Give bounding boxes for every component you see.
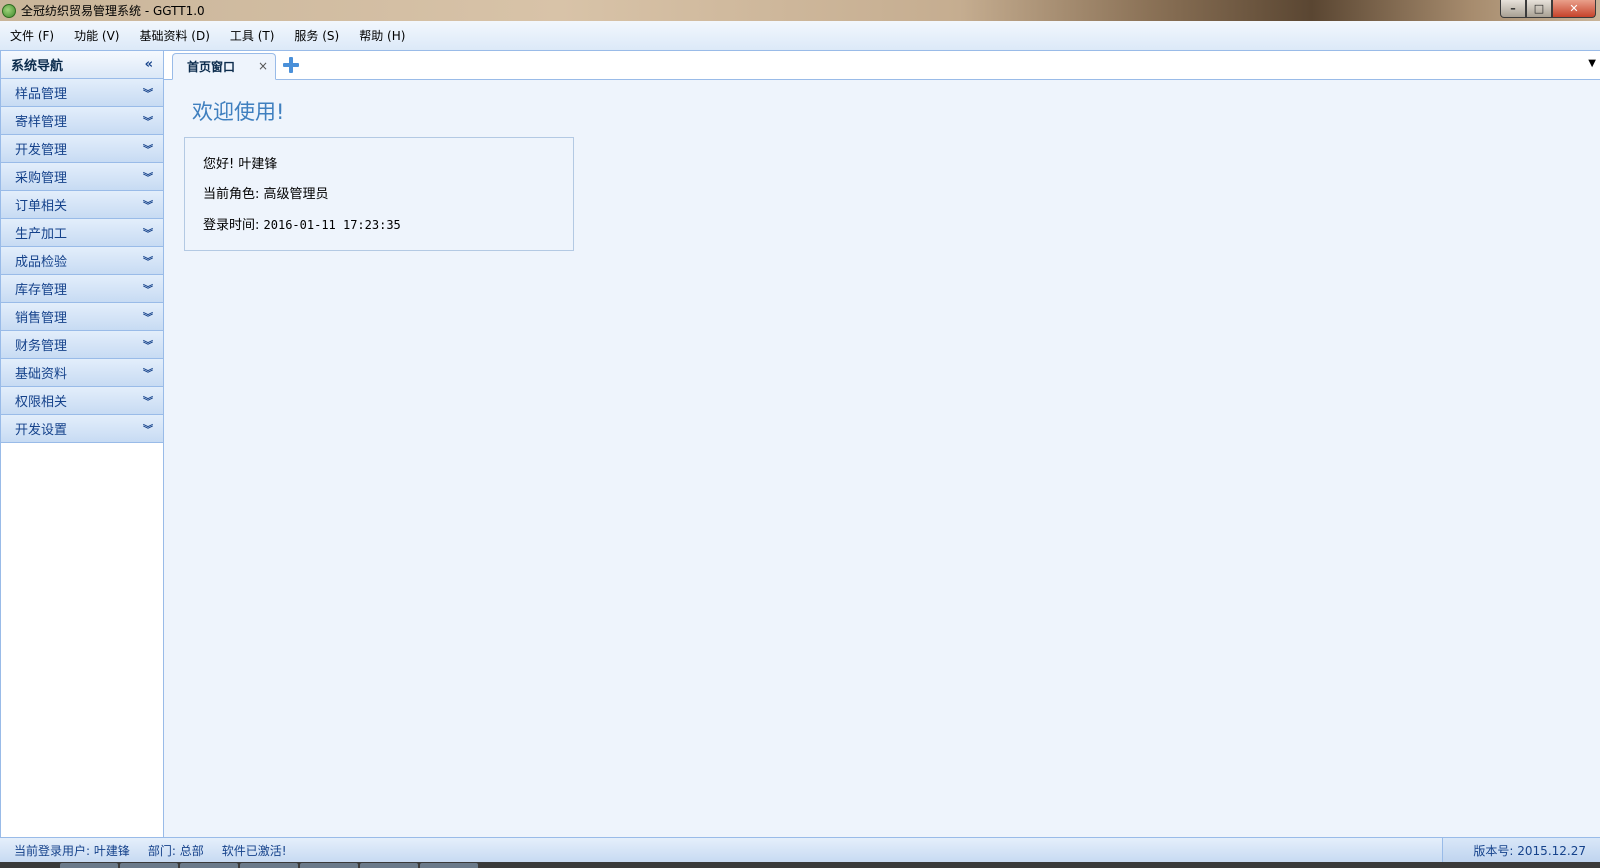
sidebar-item-sales[interactable]: 销售管理 ︾	[1, 303, 163, 331]
window-controls: – □ ✕	[1500, 0, 1596, 19]
chevron-down-icon: ︾	[143, 201, 153, 212]
chevron-down-icon: ︾	[143, 229, 153, 240]
tab-home[interactable]: 首页窗口 ×	[172, 53, 276, 80]
sidebar-item-dev-settings[interactable]: 开发设置 ︾	[1, 415, 163, 443]
status-current-user: 当前登录用户: 叶建锋	[14, 843, 130, 858]
sidebar-item-label: 订单相关	[15, 199, 68, 214]
os-taskbar	[0, 862, 1600, 868]
menu-service[interactable]: 服务 (S)	[284, 21, 349, 51]
status-version: 版本号: 2015.12.27	[1442, 838, 1600, 862]
menu-file[interactable]: 文件 (F)	[0, 21, 64, 51]
sidebar-item-label: 生产加工	[15, 227, 68, 242]
window-title: 全冠纺织贸易管理系统 - GGTT1.0	[21, 4, 205, 18]
close-button[interactable]: ✕	[1552, 0, 1596, 18]
maximize-button[interactable]: □	[1526, 0, 1552, 18]
sidebar-item-basic-data[interactable]: 基础资料 ︾	[1, 359, 163, 387]
add-tab-button[interactable]	[280, 54, 302, 76]
sidebar-item-label: 开发设置	[15, 423, 68, 438]
sidebar-item-label: 开发管理	[15, 143, 68, 158]
sidebar-item-label: 采购管理	[15, 171, 68, 186]
role-line: 当前角色: 高级管理员	[203, 186, 555, 216]
tab-close-icon[interactable]: ×	[258, 59, 268, 73]
menu-basic-data[interactable]: 基础资料 (D)	[129, 21, 219, 51]
chevron-down-icon: ︾	[143, 257, 153, 268]
sidebar-item-label: 样品管理	[15, 87, 68, 102]
login-time-label: 登录时间:	[203, 218, 264, 233]
chevron-down-icon: ︾	[143, 397, 153, 408]
chevron-down-icon: ︾	[143, 369, 153, 380]
sidebar-item-orders[interactable]: 订单相关 ︾	[1, 191, 163, 219]
sidebar-title: 系统导航	[11, 59, 64, 74]
chevron-down-icon: ︾	[143, 341, 153, 352]
taskbar-button[interactable]	[60, 863, 118, 868]
window-titlebar: 全冠纺织贸易管理系统 - GGTT1.0 – □ ✕	[0, 0, 1600, 21]
sidebar-item-finance[interactable]: 财务管理 ︾	[1, 331, 163, 359]
taskbar-button[interactable]	[360, 863, 418, 868]
login-time-value: 2016-01-11 17:23:35	[263, 218, 401, 232]
chevron-down-icon: ︾	[143, 285, 153, 296]
role-label: 当前角色:	[203, 187, 264, 202]
sidebar-item-permissions[interactable]: 权限相关 ︾	[1, 387, 163, 415]
plus-icon	[283, 57, 299, 73]
sidebar-item-label: 权限相关	[15, 395, 68, 410]
login-time-line: 登录时间: 2016-01-11 17:23:35	[203, 216, 555, 246]
taskbar-button[interactable]	[180, 863, 238, 868]
sidebar-item-label: 成品检验	[15, 255, 68, 270]
chevron-down-icon: ︾	[143, 145, 153, 156]
greeting-text: 您好! 叶建锋	[203, 157, 278, 172]
chevron-down-icon: ︾	[143, 313, 153, 324]
collapse-left-icon[interactable]: «	[145, 57, 153, 72]
menu-function[interactable]: 功能 (V)	[64, 21, 129, 51]
status-bar: 当前登录用户: 叶建锋 部门: 总部 软件已激活! 版本号: 2015.12.2…	[0, 837, 1600, 862]
taskbar-button[interactable]	[120, 863, 178, 868]
role-value: 高级管理员	[263, 187, 329, 202]
sidebar-item-label: 库存管理	[15, 283, 68, 298]
minimize-button[interactable]: –	[1500, 0, 1526, 18]
chevron-down-icon: ︾	[143, 425, 153, 436]
taskbar-button[interactable]	[300, 863, 358, 868]
sidebar-item-sample-management[interactable]: 样品管理 ︾	[1, 79, 163, 107]
taskbar-button[interactable]	[240, 863, 298, 868]
chevron-down-icon: ︾	[143, 173, 153, 184]
menu-help[interactable]: 帮助 (H)	[349, 21, 415, 51]
sidebar-item-sample-sending[interactable]: 寄样管理 ︾	[1, 107, 163, 135]
sidebar-item-inspection[interactable]: 成品检验 ︾	[1, 247, 163, 275]
chevron-down-icon: ︾	[143, 89, 153, 100]
app-logo-icon	[2, 3, 16, 18]
tab-label: 首页窗口	[187, 60, 236, 74]
menu-bar: 文件 (F) 功能 (V) 基础资料 (D) 工具 (T) 服务 (S) 帮助 …	[0, 21, 1600, 51]
sidebar-item-inventory[interactable]: 库存管理 ︾	[1, 275, 163, 303]
sidebar-item-label: 销售管理	[15, 311, 68, 326]
menu-tools[interactable]: 工具 (T)	[220, 21, 285, 51]
sidebar-navigation: 系统导航 « 样品管理 ︾ 寄样管理 ︾ 开发管理 ︾ 采购管理 ︾ 订单相关 ︾ 生产加…	[0, 51, 164, 837]
user-info-panel: 您好! 叶建锋 当前角色: 高级管理员 登录时间: 2016-01-11 17:…	[184, 137, 574, 251]
sidebar-header: 系统导航 «	[1, 51, 163, 79]
sidebar-item-label: 财务管理	[15, 339, 68, 354]
status-department: 部门: 总部	[147, 843, 204, 858]
sidebar-item-label: 寄样管理	[15, 115, 68, 130]
home-content: 欢迎使用! 您好! 叶建锋 当前角色: 高级管理员 登录时间: 2016-01-…	[164, 80, 1600, 837]
status-activation: 软件已激活!	[221, 843, 287, 858]
tab-list-dropdown-icon[interactable]: ▼	[1588, 58, 1596, 69]
chevron-down-icon: ︾	[143, 117, 153, 128]
sidebar-item-label: 基础资料	[15, 367, 68, 382]
taskbar-button[interactable]	[420, 863, 478, 868]
sidebar-item-development[interactable]: 开发管理 ︾	[1, 135, 163, 163]
sidebar-item-production[interactable]: 生产加工 ︾	[1, 219, 163, 247]
tab-bar: 首页窗口 × ▼	[164, 51, 1600, 80]
sidebar-item-purchasing[interactable]: 采购管理 ︾	[1, 163, 163, 191]
welcome-heading: 欢迎使用!	[192, 100, 285, 124]
